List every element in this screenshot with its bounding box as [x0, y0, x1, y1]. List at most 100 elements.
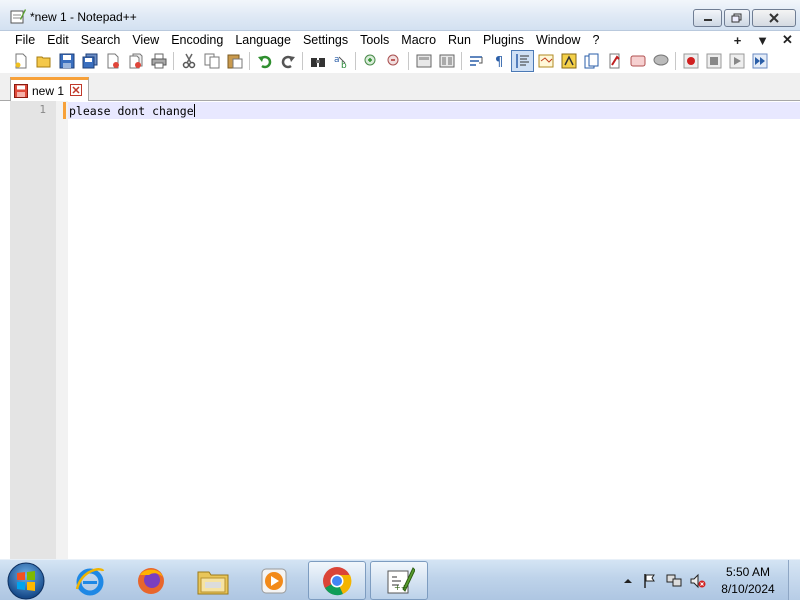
monitoring-button[interactable] [626, 50, 649, 72]
save-icon [59, 53, 74, 69]
title-bar: *new 1 - Notepad++ [0, 0, 800, 31]
replace-button[interactable]: ab [329, 50, 352, 72]
doc-map-icon [561, 53, 576, 69]
menu-file[interactable]: File [0, 31, 41, 49]
svg-text:++: ++ [394, 583, 407, 592]
menu-bar: File Edit Search View Encoding Language … [0, 31, 800, 49]
find-icon [310, 58, 325, 67]
action-center-flag-icon[interactable] [642, 573, 658, 589]
line-number-gutter [10, 101, 56, 559]
close-file-button[interactable] [101, 50, 124, 72]
show-hidden-icons-icon[interactable] [620, 573, 636, 589]
chat-button[interactable] [649, 50, 672, 72]
undo-button[interactable] [253, 50, 276, 72]
toolbar: ab ¶ [0, 49, 800, 73]
close-window-button[interactable] [752, 9, 796, 27]
replace-icon: ab [334, 55, 347, 69]
taskbar-notepadpp[interactable]: ++ [370, 561, 428, 600]
maximize-button[interactable] [724, 9, 750, 27]
menu-macro[interactable]: Macro [395, 31, 442, 49]
start-button[interactable] [6, 561, 46, 600]
file-explorer-icon [197, 571, 229, 594]
zoom-in-button[interactable] [359, 50, 382, 72]
udl-button[interactable] [534, 50, 557, 72]
system-clock[interactable]: 5:50 AM 8/10/2024 [712, 564, 784, 598]
stop-macro-button[interactable] [702, 50, 725, 72]
cut-icon [182, 53, 195, 69]
editor-line[interactable]: please dont change [69, 104, 195, 118]
sync-vertical-button[interactable] [412, 50, 435, 72]
copy-button[interactable] [200, 50, 223, 72]
indent-guide-button[interactable] [511, 50, 534, 72]
copy-icon [204, 53, 219, 69]
menu-language[interactable]: Language [229, 31, 297, 49]
folder-workspace-icon [609, 53, 620, 69]
find-button[interactable] [306, 50, 329, 72]
tab-close-icon[interactable] [70, 84, 82, 96]
line-number: 1 [39, 103, 46, 116]
play-macro-button[interactable] [725, 50, 748, 72]
sync-horizontal-icon [439, 54, 454, 68]
new-file-button[interactable] [9, 50, 32, 72]
save-all-icon [82, 53, 97, 69]
doc-map-button[interactable] [557, 50, 580, 72]
sync-horizontal-button[interactable] [435, 50, 458, 72]
menu-search[interactable]: Search [75, 31, 127, 49]
firefox-icon [138, 567, 164, 594]
menu-window[interactable]: Window [530, 31, 586, 49]
minimize-button[interactable] [693, 9, 722, 27]
toolbar-separator [408, 52, 409, 70]
tab-new-1[interactable]: new 1 [10, 77, 89, 101]
tab-list-button[interactable]: ▼ [750, 33, 775, 48]
zoom-out-button[interactable] [382, 50, 405, 72]
menu-edit[interactable]: Edit [41, 31, 75, 49]
internet-explorer-icon [75, 567, 105, 595]
close-icon [769, 13, 779, 23]
save-all-button[interactable] [78, 50, 101, 72]
unsaved-file-icon [14, 83, 28, 98]
toolbar-separator [173, 52, 174, 70]
folder-workspace-button[interactable] [603, 50, 626, 72]
show-all-chars-button[interactable]: ¶ [488, 50, 511, 72]
menu-tools[interactable]: Tools [354, 31, 395, 49]
redo-button[interactable] [276, 50, 299, 72]
volume-muted-icon[interactable] [690, 573, 706, 589]
stop-macro-icon [706, 53, 721, 69]
toolbar-separator [355, 52, 356, 70]
save-button[interactable] [55, 50, 78, 72]
new-tab-button[interactable]: + [725, 33, 750, 48]
taskbar-chrome[interactable] [308, 561, 366, 600]
menu-plugins[interactable]: Plugins [477, 31, 530, 49]
editor-area[interactable]: 1 please dont change [0, 101, 800, 559]
taskbar-file-explorer[interactable] [184, 561, 242, 600]
cut-button[interactable] [177, 50, 200, 72]
notepadpp-app-icon[interactable] [10, 8, 26, 24]
play-macro-icon [729, 53, 744, 69]
menu-settings[interactable]: Settings [297, 31, 354, 49]
menu-encoding[interactable]: Encoding [165, 31, 229, 49]
udl-icon [538, 54, 553, 68]
line-text: please dont change [69, 104, 194, 118]
sync-vertical-icon [416, 54, 431, 68]
menu-help[interactable]: ? [586, 31, 605, 49]
print-icon [151, 53, 166, 69]
menu-run[interactable]: Run [442, 31, 477, 49]
taskbar-media-player[interactable] [245, 561, 303, 600]
network-icon[interactable] [666, 573, 682, 589]
svg-text:a: a [334, 55, 340, 65]
taskbar-firefox[interactable] [122, 561, 180, 600]
paste-button[interactable] [223, 50, 246, 72]
record-macro-button[interactable] [679, 50, 702, 72]
word-wrap-button[interactable] [465, 50, 488, 72]
window-title: *new 1 - Notepad++ [30, 10, 137, 24]
close-all-button[interactable] [124, 50, 147, 72]
menu-view[interactable]: View [126, 31, 165, 49]
open-file-button[interactable] [32, 50, 55, 72]
show-desktop-button[interactable] [788, 560, 800, 600]
print-button[interactable] [147, 50, 170, 72]
taskbar-internet-explorer[interactable] [61, 561, 119, 600]
run-macro-multiple-button[interactable] [748, 50, 771, 72]
notepadpp-icon: ++ [387, 566, 415, 593]
close-document-button[interactable]: ✕ [775, 32, 800, 48]
function-list-button[interactable] [580, 50, 603, 72]
